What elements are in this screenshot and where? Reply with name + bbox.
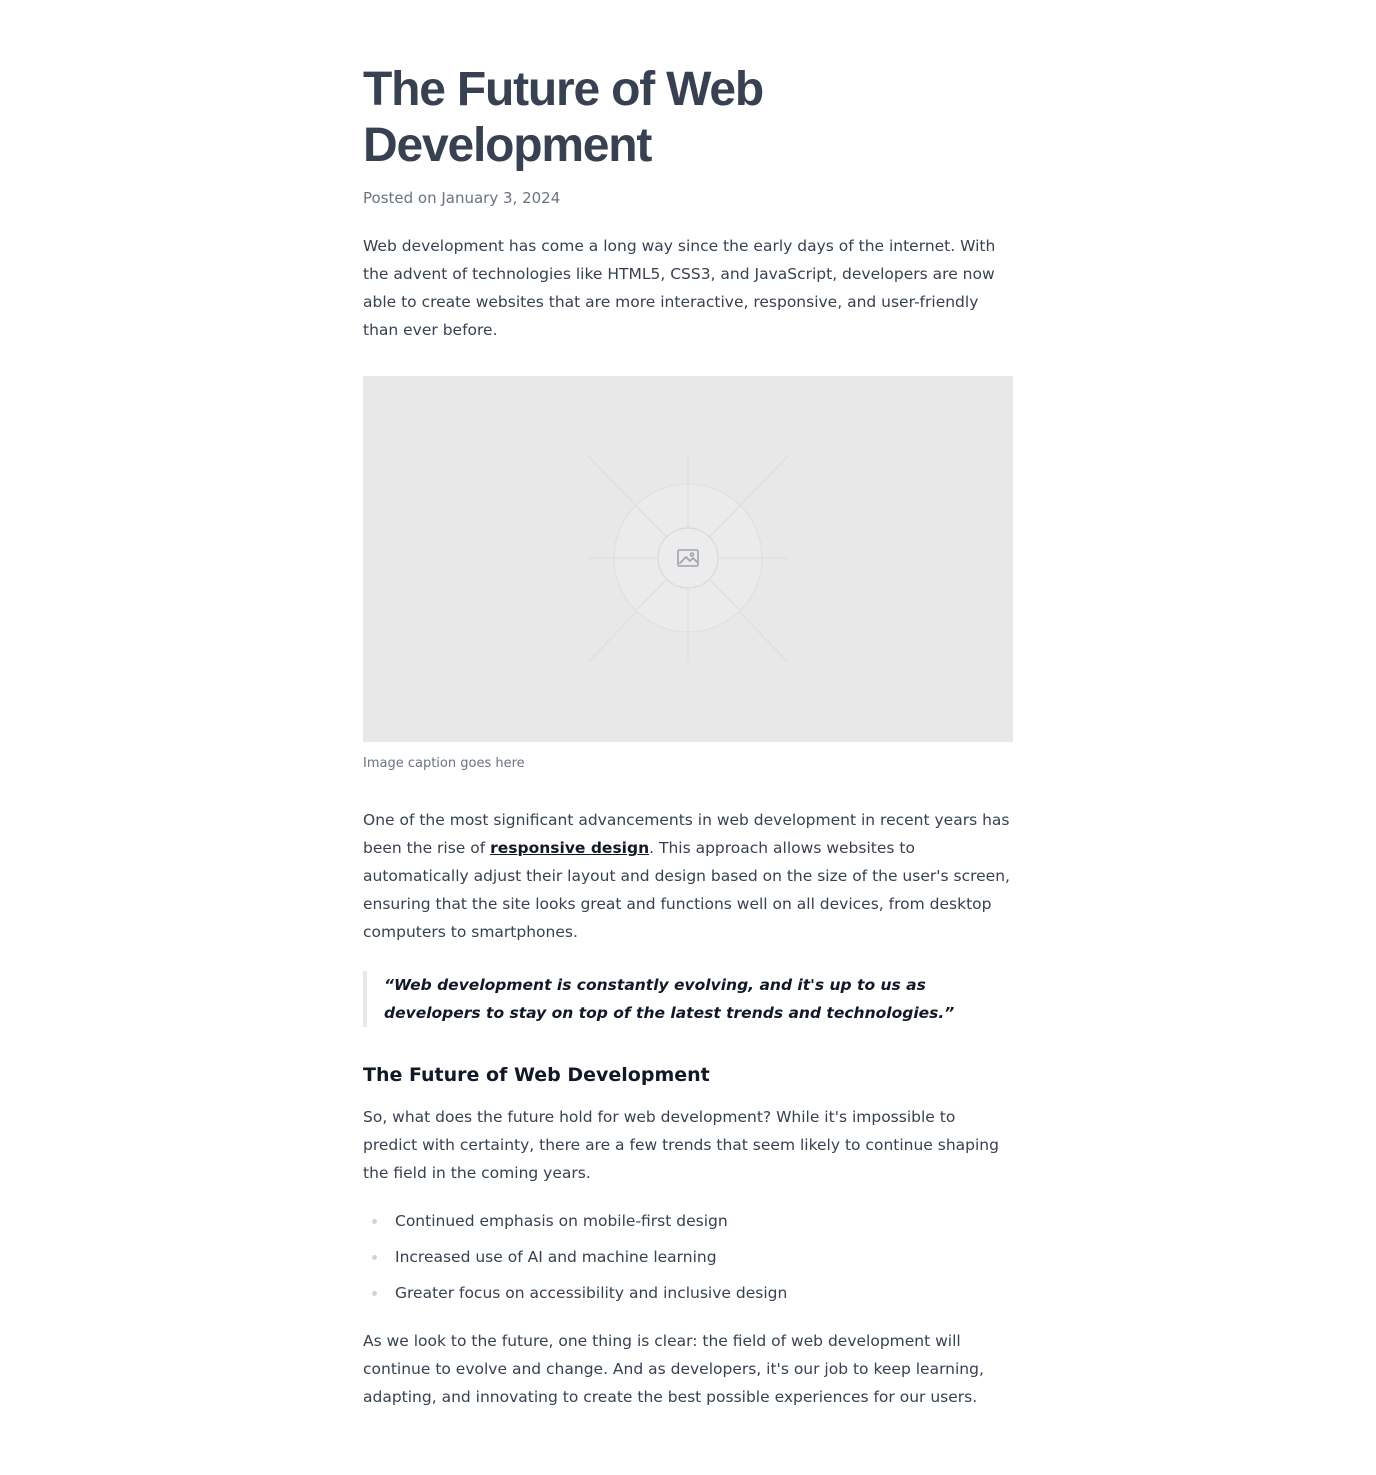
closing-paragraph: As we look to the future, one thing is c…	[363, 1332, 984, 1406]
list-item-text: Greater focus on accessibility and inclu…	[395, 1284, 788, 1302]
article-image-placeholder	[363, 376, 1013, 742]
intro-paragraph: Web development has come a long way sinc…	[363, 237, 996, 339]
list-item: Continued emphasis on mobile-first desig…	[363, 1207, 1013, 1243]
future-paragraph: So, what does the future hold for web de…	[363, 1108, 999, 1182]
list-item-text: Increased use of AI and machine learning	[395, 1248, 717, 1266]
pull-quote: “Web development is constantly evolving,…	[363, 971, 1013, 1027]
responsive-design-link[interactable]: responsive design	[490, 839, 649, 857]
list-item-text: Continued emphasis on mobile-first desig…	[395, 1212, 728, 1230]
paragraph-responsive-design: One of the most significant advancements…	[363, 806, 1013, 946]
post-date: Posted on January 3, 2024	[363, 189, 561, 207]
section-heading: The Future of Web Development	[363, 1064, 710, 1086]
image-caption: Image caption goes here	[363, 756, 525, 771]
image-placeholder-graphic	[587, 455, 789, 663]
list-item: Increased use of AI and machine learning	[363, 1243, 1013, 1279]
bullet-icon	[372, 1255, 377, 1260]
page-title: The Future of Web Development	[363, 63, 764, 172]
list-item: Greater focus on accessibility and inclu…	[363, 1279, 1013, 1315]
bullet-icon	[372, 1291, 377, 1296]
trends-list: Continued emphasis on mobile-first desig…	[363, 1207, 1013, 1315]
bullet-icon	[372, 1219, 377, 1224]
